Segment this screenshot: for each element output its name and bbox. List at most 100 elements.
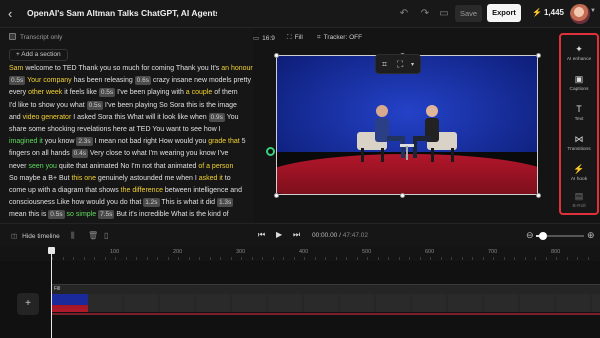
chevron-down-icon[interactable]: ▾: [411, 61, 414, 68]
highlighted-phrase[interactable]: imagined it: [9, 138, 43, 145]
tool-ai-enhance[interactable]: ✦ AI enhance: [561, 40, 597, 70]
highlighted-phrase[interactable]: other week: [28, 89, 62, 96]
transcript-word-run[interactable]: it feels like: [62, 89, 99, 96]
transcript-word-run[interactable]: and: [9, 114, 23, 121]
timeline-ruler[interactable]: 100 200 300 400 500 600 700 800: [0, 247, 600, 261]
transcript-text[interactable]: Sam welcome to TED Thank you so much for…: [9, 63, 253, 222]
transcript-line[interactable]: 0.5s Your company has been releasing 0.6…: [9, 75, 253, 87]
pause-badge[interactable]: 2.3s: [76, 137, 93, 147]
tracker-button[interactable]: ⌗ Tracker: OFF: [317, 34, 362, 42]
resize-handle[interactable]: [536, 53, 541, 58]
highlighted-phrase[interactable]: of a person: [198, 163, 233, 170]
pause-badge[interactable]: 0.4s: [71, 149, 88, 159]
pause-badge[interactable]: 0.5s: [98, 88, 116, 98]
highlighted-phrase[interactable]: so simple: [67, 211, 97, 218]
transcript-line[interactable]: I'd like to show you what 0.5s I've been…: [9, 100, 253, 112]
resize-handle[interactable]: [536, 193, 541, 198]
highlighted-phrase[interactable]: grade that: [208, 138, 240, 145]
tool-b-roll[interactable]: ▤ B-Roll: [561, 187, 597, 217]
undo-icon[interactable]: ↶: [398, 8, 410, 20]
transcript-word-run[interactable]: every: [9, 89, 28, 96]
transcript-word-run[interactable]: 5: [240, 138, 246, 145]
save-button[interactable]: Save: [455, 5, 482, 22]
resize-handle[interactable]: [400, 193, 405, 198]
pause-badge[interactable]: 0.6s: [134, 76, 151, 86]
redo-icon[interactable]: ↷: [419, 8, 431, 20]
transcript-word-run[interactable]: never: [9, 163, 28, 170]
transcript-word-run[interactable]: I'd like to show you what: [9, 102, 87, 109]
project-title[interactable]: OpenAI's Sam Altman Talks ChatGPT, AI Ag…: [27, 8, 217, 18]
highlighted-phrase[interactable]: this one: [71, 175, 96, 182]
highlighted-phrase[interactable]: asked it: [199, 175, 223, 182]
transcript-line[interactable]: and video generator I asked Sora this Wh…: [9, 112, 253, 124]
resize-handle[interactable]: [274, 53, 279, 58]
highlighted-phrase[interactable]: video generator: [23, 114, 72, 121]
highlighted-phrase[interactable]: an honour: [221, 65, 253, 72]
fill-button[interactable]: ⛶ Fill: [287, 34, 303, 42]
transcript-word-run[interactable]: to: [223, 175, 231, 182]
add-track-button[interactable]: +: [17, 293, 39, 315]
timeline-drag-handle[interactable]: [266, 147, 275, 156]
transcript-word-run[interactable]: I mean not bad right How would you: [93, 138, 209, 145]
highlighted-phrase[interactable]: the difference: [121, 187, 163, 194]
tool-transitions[interactable]: ⋈ Transitions: [561, 130, 597, 160]
transcript-word-run[interactable]: consciousness Like how would you do that: [9, 199, 143, 206]
transcript-line[interactable]: every other week it feels like 0.5s I've…: [9, 87, 253, 99]
video-clip[interactable]: Fill: [52, 284, 600, 315]
highlighted-phrase[interactable]: a couple: [186, 89, 212, 96]
highlighted-phrase[interactable]: Your company: [27, 77, 72, 84]
transcript-line[interactable]: fingers on all hands 0.4s Very close to …: [9, 148, 253, 160]
transcript-word-run[interactable]: share some shocking revelations here at …: [9, 126, 221, 133]
highlighted-phrase[interactable]: seen you: [28, 163, 56, 170]
transcript-word-run[interactable]: I asked Sora this What will it look like…: [71, 114, 208, 121]
pause-badge[interactable]: 0.5s: [48, 210, 65, 220]
transcript-word-run[interactable]: crazy insane new models pretty m: [151, 77, 253, 84]
transcript-word-run[interactable]: You: [225, 114, 239, 121]
transcript-word-run[interactable]: mean this is: [9, 211, 48, 218]
skip-back-icon[interactable]: ⏮: [258, 230, 265, 240]
highlighted-phrase[interactable]: Sam: [9, 65, 23, 72]
transcript-line[interactable]: never seen you quite that animated No I'…: [9, 161, 253, 173]
pause-badge[interactable]: 1.3s: [217, 198, 234, 208]
transcript-line[interactable]: mean this is 0.5s so simple 7.5s But it'…: [9, 209, 253, 221]
transcript-word-run[interactable]: So maybe a B+ But: [9, 175, 71, 182]
transcript-word-run[interactable]: quite that animated No I'm not that anim…: [57, 163, 198, 170]
transcript-line[interactable]: Sam welcome to TED Thank you so much for…: [9, 63, 253, 75]
credits-counter[interactable]: ⚡ 1,445: [532, 8, 564, 17]
transcript-line[interactable]: So maybe a B+ But this one genuinely ast…: [9, 173, 253, 185]
transcript-word-run[interactable]: welcome to TED Thank you so much for com…: [23, 65, 221, 72]
zoom-slider[interactable]: [536, 232, 584, 240]
transcript-line[interactable]: share some shocking revelations here at …: [9, 124, 253, 136]
transcript-word-run[interactable]: I've been playing So Sora this is the im…: [103, 102, 237, 109]
chevron-down-icon[interactable]: ▼: [590, 8, 596, 14]
pause-badge[interactable]: 0.5s: [86, 100, 103, 110]
transcript-word-run[interactable]: between intelligence and: [163, 187, 242, 194]
transcript-word-run[interactable]: Very close to what I'm wearing you know …: [88, 150, 228, 157]
playhead[interactable]: [51, 247, 52, 338]
transcript-word-run[interactable]: has been releasing: [72, 77, 135, 84]
tool-captions[interactable]: ▣ Captions: [561, 70, 597, 100]
video-preview[interactable]: [276, 55, 538, 195]
add-section-button[interactable]: + Add a section: [9, 49, 68, 61]
skip-forward-icon[interactable]: ⏭: [293, 230, 300, 240]
pause-badge[interactable]: 0.9s: [208, 112, 225, 122]
hide-timeline-button[interactable]: ◫ Hide timeline: [11, 232, 60, 240]
transcript-word-run[interactable]: you know: [43, 138, 76, 145]
resize-handle[interactable]: [274, 193, 279, 198]
transcript-word-run[interactable]: This is what it did: [160, 199, 217, 206]
transcript-line[interactable]: imagined it you know 2.3s I mean not bad…: [9, 136, 253, 148]
pause-badge[interactable]: 7.5s: [98, 210, 115, 220]
play-icon[interactable]: ▶: [276, 230, 282, 239]
frame-icon[interactable]: ⛶: [397, 59, 403, 70]
tool-ai-hook[interactable]: ⚡ AI hook: [561, 160, 597, 190]
zoom-in-icon[interactable]: ⊕: [587, 230, 595, 241]
pause-badge[interactable]: 0.5s: [9, 76, 26, 86]
transcript-word-run[interactable]: fingers on all hands: [9, 150, 72, 157]
pause-badge[interactable]: 1.2s: [143, 198, 160, 208]
chevron-left-icon[interactable]: ‹: [8, 7, 22, 21]
checkbox[interactable]: [9, 33, 16, 40]
playhead-handle[interactable]: [48, 247, 55, 254]
transcript-word-run[interactable]: genuinely astounded me when I: [96, 175, 199, 182]
transcript-line[interactable]: consciousness Like how would you do that…: [9, 197, 253, 209]
zoom-slider-knob[interactable]: [539, 232, 548, 240]
